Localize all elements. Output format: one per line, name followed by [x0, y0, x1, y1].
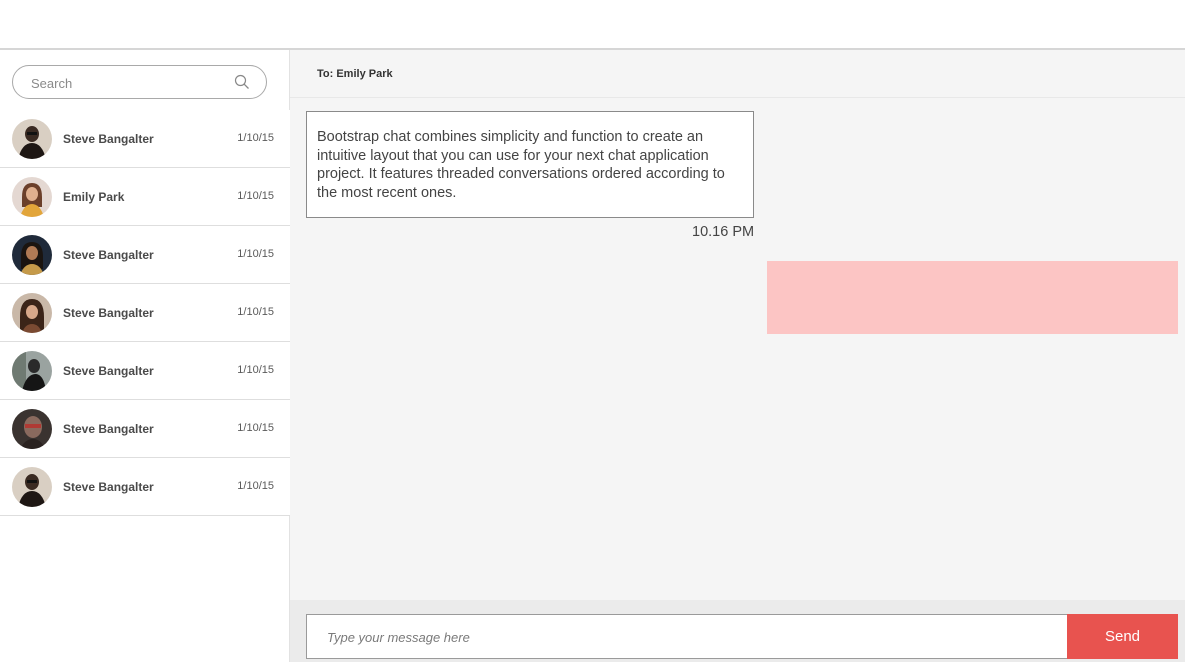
- outgoing-message: [767, 261, 1178, 334]
- contact-item[interactable]: Steve Bangalter 1/10/15: [0, 284, 290, 342]
- message-composer: Send: [290, 600, 1185, 662]
- contact-date: 1/10/15: [237, 364, 274, 376]
- contact-date: 1/10/15: [237, 132, 274, 144]
- contact-name: Steve Bangalter: [63, 422, 154, 436]
- avatar: [12, 177, 52, 217]
- contact-date: 1/10/15: [237, 422, 274, 434]
- avatar: [12, 119, 52, 159]
- contact-name: Steve Bangalter: [63, 364, 154, 378]
- contact-list: Steve Bangalter 1/10/15 Emily Park 1/10/…: [0, 110, 290, 516]
- contact-item[interactable]: Emily Park 1/10/15: [0, 168, 290, 226]
- search-icon[interactable]: [234, 74, 250, 90]
- contact-name: Steve Bangalter: [63, 132, 154, 146]
- contacts-sidebar: Steve Bangalter 1/10/15 Emily Park 1/10/…: [0, 50, 290, 662]
- message-timestamp: 10.16 PM: [692, 224, 755, 240]
- contact-item[interactable]: Steve Bangalter 1/10/15: [0, 226, 290, 284]
- contact-date: 1/10/15: [237, 248, 274, 260]
- search-input[interactable]: [31, 73, 221, 93]
- contact-item[interactable]: Steve Bangalter 1/10/15: [0, 342, 290, 400]
- contact-name: Steve Bangalter: [63, 248, 154, 262]
- contact-date: 1/10/15: [237, 306, 274, 318]
- contact-date: 1/10/15: [237, 480, 274, 492]
- avatar: [12, 409, 52, 449]
- contact-item[interactable]: Steve Bangalter 1/10/15: [0, 400, 290, 458]
- contact-name: Emily Park: [63, 190, 125, 204]
- message-input[interactable]: [327, 627, 1027, 647]
- avatar: [12, 293, 52, 333]
- chat-app: Steve Bangalter 1/10/15 Emily Park 1/10/…: [0, 48, 1185, 662]
- avatar: [12, 235, 52, 275]
- contact-item[interactable]: Steve Bangalter 1/10/15: [0, 110, 290, 168]
- avatar: [12, 351, 52, 391]
- search-box[interactable]: [12, 65, 267, 99]
- contact-name: Steve Bangalter: [63, 306, 154, 320]
- message-input-box[interactable]: [306, 614, 1068, 659]
- contact-date: 1/10/15: [237, 190, 274, 202]
- incoming-message: Bootstrap chat combines simplicity and f…: [306, 111, 754, 218]
- send-button[interactable]: Send: [1067, 614, 1178, 659]
- recipient-label: To: Emily Park: [317, 68, 393, 80]
- contact-name: Steve Bangalter: [63, 480, 154, 494]
- conversation-header: To: Emily Park: [290, 50, 1185, 98]
- conversation-panel: To: Emily Park Bootstrap chat combines s…: [290, 50, 1185, 662]
- contact-item[interactable]: Steve Bangalter 1/10/15: [0, 458, 290, 516]
- avatar: [12, 467, 52, 507]
